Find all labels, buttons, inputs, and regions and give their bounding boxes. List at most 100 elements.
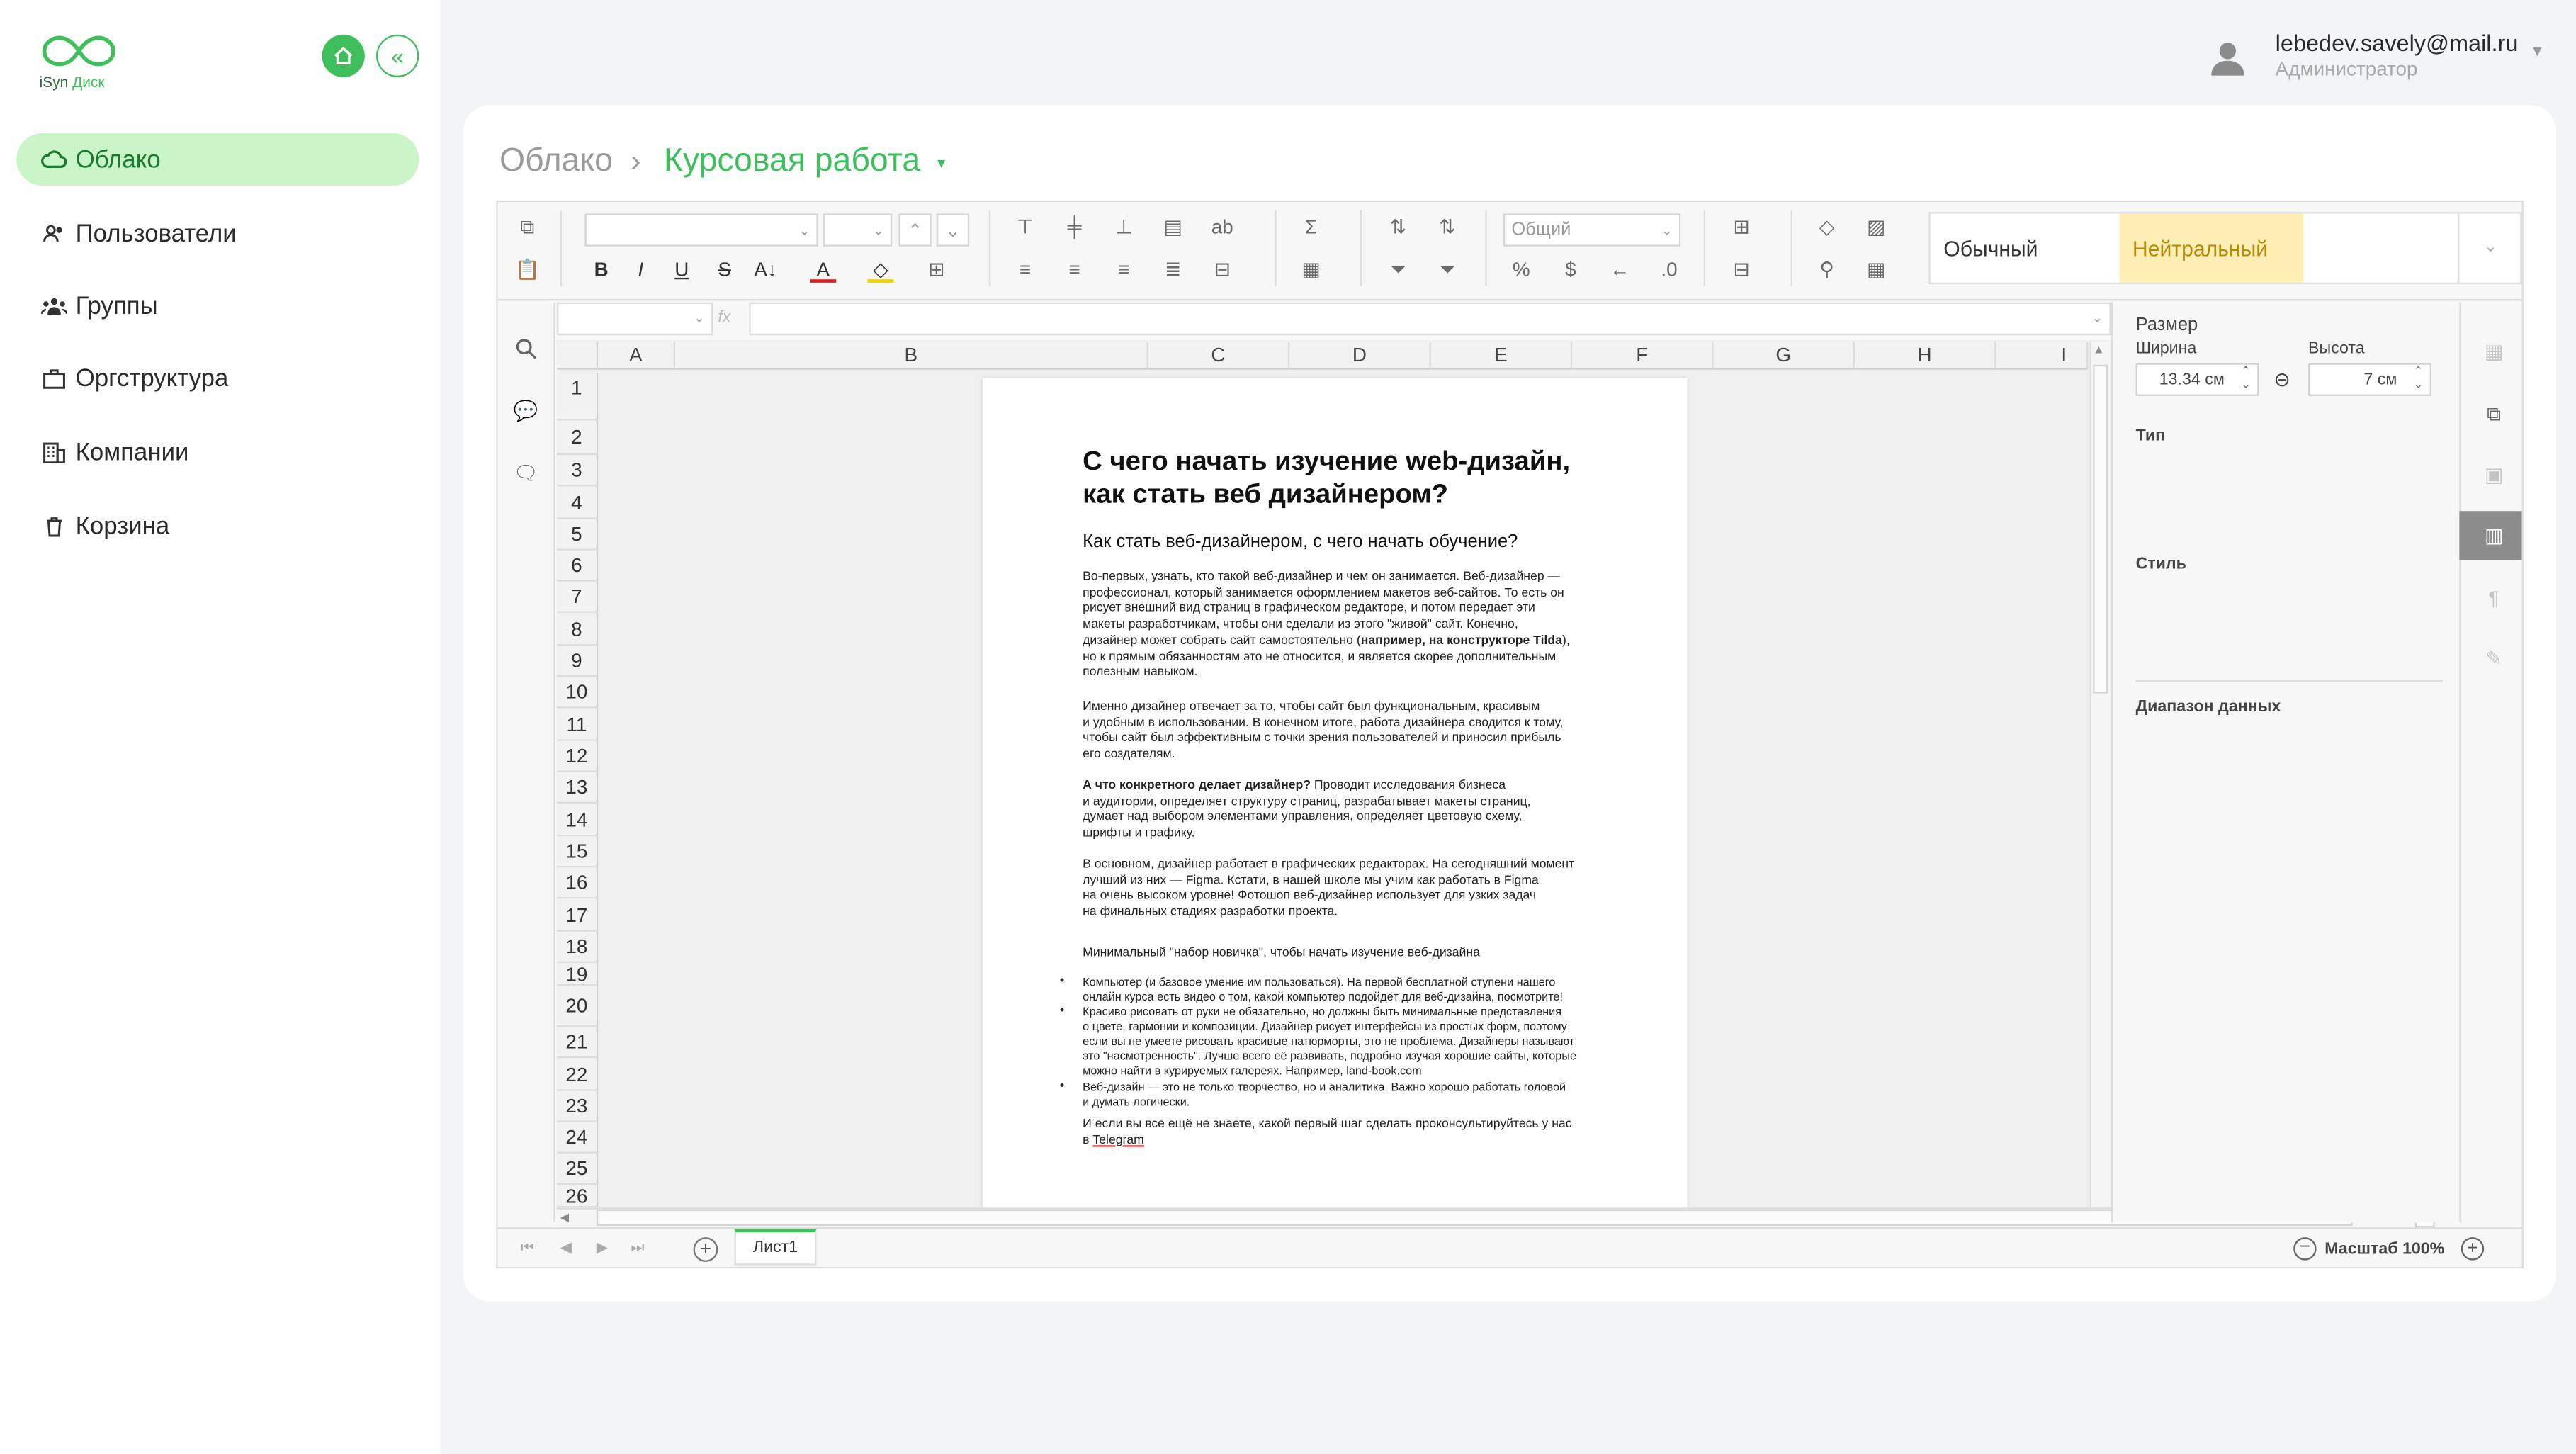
column-header[interactable]: B (675, 342, 1148, 370)
row-header[interactable]: 25 (557, 1153, 599, 1185)
vertical-scrollbar[interactable]: ▲ (2089, 342, 2110, 1208)
row-header[interactable]: 22 (557, 1058, 599, 1091)
row-header[interactable]: 2 (557, 420, 599, 456)
row-header[interactable]: 8 (557, 612, 599, 646)
prev-sheet-icon[interactable]: ◀ (560, 1239, 572, 1257)
width-input[interactable]: 13.34 см ⌃ ⌄ (2135, 363, 2259, 396)
row-header[interactable]: 10 (557, 677, 599, 709)
sort-descending-icon[interactable]: ⇅ (1434, 213, 1460, 239)
sum-icon[interactable]: Σ (1298, 213, 1324, 239)
column-header[interactable]: F (1572, 342, 1714, 370)
row-header[interactable]: 4 (557, 486, 599, 519)
h-scrollbar-thumb[interactable] (596, 1209, 2353, 1226)
scroll-left-icon[interactable]: ◀ (560, 1211, 570, 1224)
row-header[interactable]: 9 (557, 646, 599, 677)
borders-button[interactable]: ⊞ (923, 257, 949, 283)
sidebar-item-companies[interactable]: Компании (16, 426, 419, 478)
fill-color-button[interactable]: ◇ (867, 257, 894, 283)
select-all-corner[interactable] (557, 342, 599, 370)
named-ranges-icon[interactable]: ▦ (1298, 257, 1324, 283)
sidebar-item-trash[interactable]: Корзина (16, 500, 419, 552)
column-header[interactable]: E (1430, 342, 1573, 370)
next-sheet-icon[interactable]: ▶ (597, 1239, 608, 1257)
sidebar-item-cloud[interactable]: Облако (16, 133, 419, 186)
telegram-link[interactable]: Telegram (1092, 1132, 1143, 1146)
align-bottom-icon[interactable]: ⊥ (1111, 213, 1137, 239)
subscript-button[interactable]: A↓ (752, 257, 779, 283)
wrap-text-icon[interactable]: ▤ (1160, 213, 1186, 239)
spinner-arrows-icon[interactable]: ⌃ ⌄ (2414, 366, 2424, 393)
row-header[interactable]: 17 (557, 898, 599, 932)
style-normal[interactable]: Обычный (1931, 213, 2116, 282)
chat-icon[interactable]: 🗨 (512, 460, 538, 486)
row-header[interactable]: 20 (557, 986, 599, 1027)
align-center-icon[interactable]: ≡ (1061, 257, 1088, 283)
sidebar-item-users[interactable]: Пользователи (16, 207, 419, 259)
zoom-out-button[interactable]: − (2293, 1237, 2317, 1261)
sheet-tab[interactable]: Лист1 (734, 1229, 817, 1266)
scrollbar-thumb[interactable] (2093, 364, 2108, 694)
row-header[interactable]: 19 (557, 962, 599, 986)
filter-icon[interactable]: ⏷ (1385, 257, 1411, 283)
clear-filter-icon[interactable]: ⏷ (1434, 257, 1460, 283)
name-box[interactable]: ⌄ (557, 302, 713, 336)
insert-cells-icon[interactable]: ⊞ (1728, 213, 1754, 239)
align-right-icon[interactable]: ≡ (1111, 257, 1137, 283)
column-header[interactable]: G (1713, 342, 1855, 370)
row-header[interactable]: 5 (557, 519, 599, 551)
column-header[interactable]: I (1996, 342, 2089, 370)
link-aspect-icon[interactable]: ⊖ (2273, 368, 2290, 390)
font-color-button[interactable]: A (810, 257, 837, 283)
breadcrumb-root[interactable]: Облако (499, 143, 613, 181)
strikethrough-button[interactable]: S (711, 257, 738, 283)
signature-settings-icon[interactable]: ✎ (2481, 646, 2507, 672)
bold-button[interactable]: B (588, 257, 614, 283)
font-family-select[interactable]: ⌄ (584, 213, 818, 247)
paste-icon[interactable]: 📋 (514, 257, 541, 283)
style-neutral[interactable]: Нейтральный (2119, 213, 2304, 283)
column-header[interactable]: D (1289, 342, 1431, 370)
copy-icon[interactable]: ⧉ (514, 213, 541, 239)
row-header[interactable]: 7 (557, 581, 599, 613)
align-top-icon[interactable]: ⊤ (1012, 213, 1038, 239)
paragraph-settings-icon[interactable]: ¶ (2481, 585, 2507, 612)
font-size-select[interactable]: ⌄ (823, 213, 893, 247)
increase-font-button[interactable]: ⌃ (898, 213, 932, 247)
column-header[interactable]: H (1855, 342, 1996, 370)
scroll-up-icon[interactable]: ▲ (2093, 345, 2104, 356)
align-middle-icon[interactable]: ╪ (1061, 213, 1088, 239)
shape-settings-icon[interactable]: ⧉ (2481, 401, 2507, 427)
row-header[interactable]: 6 (557, 550, 599, 582)
first-sheet-icon[interactable]: ⏮ (521, 1239, 534, 1257)
last-sheet-icon[interactable]: ⏭ (631, 1239, 644, 1257)
sort-ascending-icon[interactable]: ⇅ (1385, 213, 1411, 239)
sidebar-item-groups[interactable]: Группы (16, 279, 419, 332)
align-justify-icon[interactable]: ≣ (1160, 257, 1186, 283)
row-header[interactable]: 15 (557, 836, 599, 868)
row-header[interactable]: 18 (557, 931, 599, 963)
decrease-font-button[interactable]: ⌄ (936, 213, 970, 247)
column-header[interactable]: A (598, 342, 676, 370)
align-left-icon[interactable]: ≡ (1012, 257, 1038, 283)
copy-style-icon[interactable]: ⚲ (1814, 257, 1840, 283)
increase-decimal-icon[interactable]: .0 (1656, 257, 1682, 283)
breadcrumb-current[interactable]: Курсовая работа (664, 143, 920, 181)
row-header[interactable]: 11 (557, 708, 599, 741)
user-menu-dropdown-icon[interactable]: ▼ (2530, 43, 2545, 59)
row-header[interactable]: 14 (557, 803, 599, 837)
row-header[interactable]: 23 (557, 1090, 599, 1122)
chart-icon[interactable]: ▥ (2481, 522, 2507, 548)
number-format-select[interactable]: Общий ⌄ (1503, 213, 1681, 247)
breadcrumb-dropdown-icon[interactable]: ▼ (934, 156, 947, 171)
zoom-in-button[interactable]: + (2461, 1237, 2485, 1261)
percent-format-icon[interactable]: % (1508, 257, 1535, 283)
column-header[interactable]: C (1148, 342, 1290, 370)
delete-cells-icon[interactable]: ⊟ (1728, 257, 1754, 283)
row-header[interactable]: 1 (557, 373, 599, 421)
fx-icon[interactable]: fx (718, 309, 730, 327)
spinner-arrows-icon[interactable]: ⌃ ⌄ (2241, 366, 2251, 393)
add-sheet-button[interactable]: + (693, 1237, 718, 1262)
merge-cells-icon[interactable]: ⊟ (1209, 257, 1236, 283)
row-header[interactable]: 24 (557, 1122, 599, 1154)
row-header[interactable]: 13 (557, 772, 599, 804)
